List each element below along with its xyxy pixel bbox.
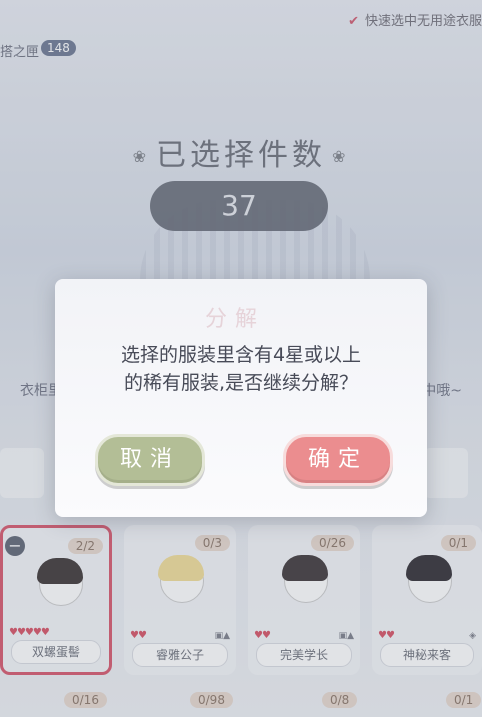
cancel-button[interactable]: 取消 (95, 434, 205, 486)
dialog-message-line1: 选择的服装里含有4星或以上 (120, 344, 362, 366)
dialog-ghost-title: 分解 (205, 307, 266, 332)
dialog-message: 选择的服装里含有4星或以上 的稀有服装,是否继续分解？ (55, 341, 427, 397)
confirm-dialog: 分解 选择的服装里含有4星或以上 的稀有服装,是否继续分解？ 取消 确定 (55, 279, 427, 517)
confirm-button[interactable]: 确定 (283, 434, 393, 486)
dialog-message-line2: 的稀有服装,是否继续分解？ (123, 372, 359, 394)
